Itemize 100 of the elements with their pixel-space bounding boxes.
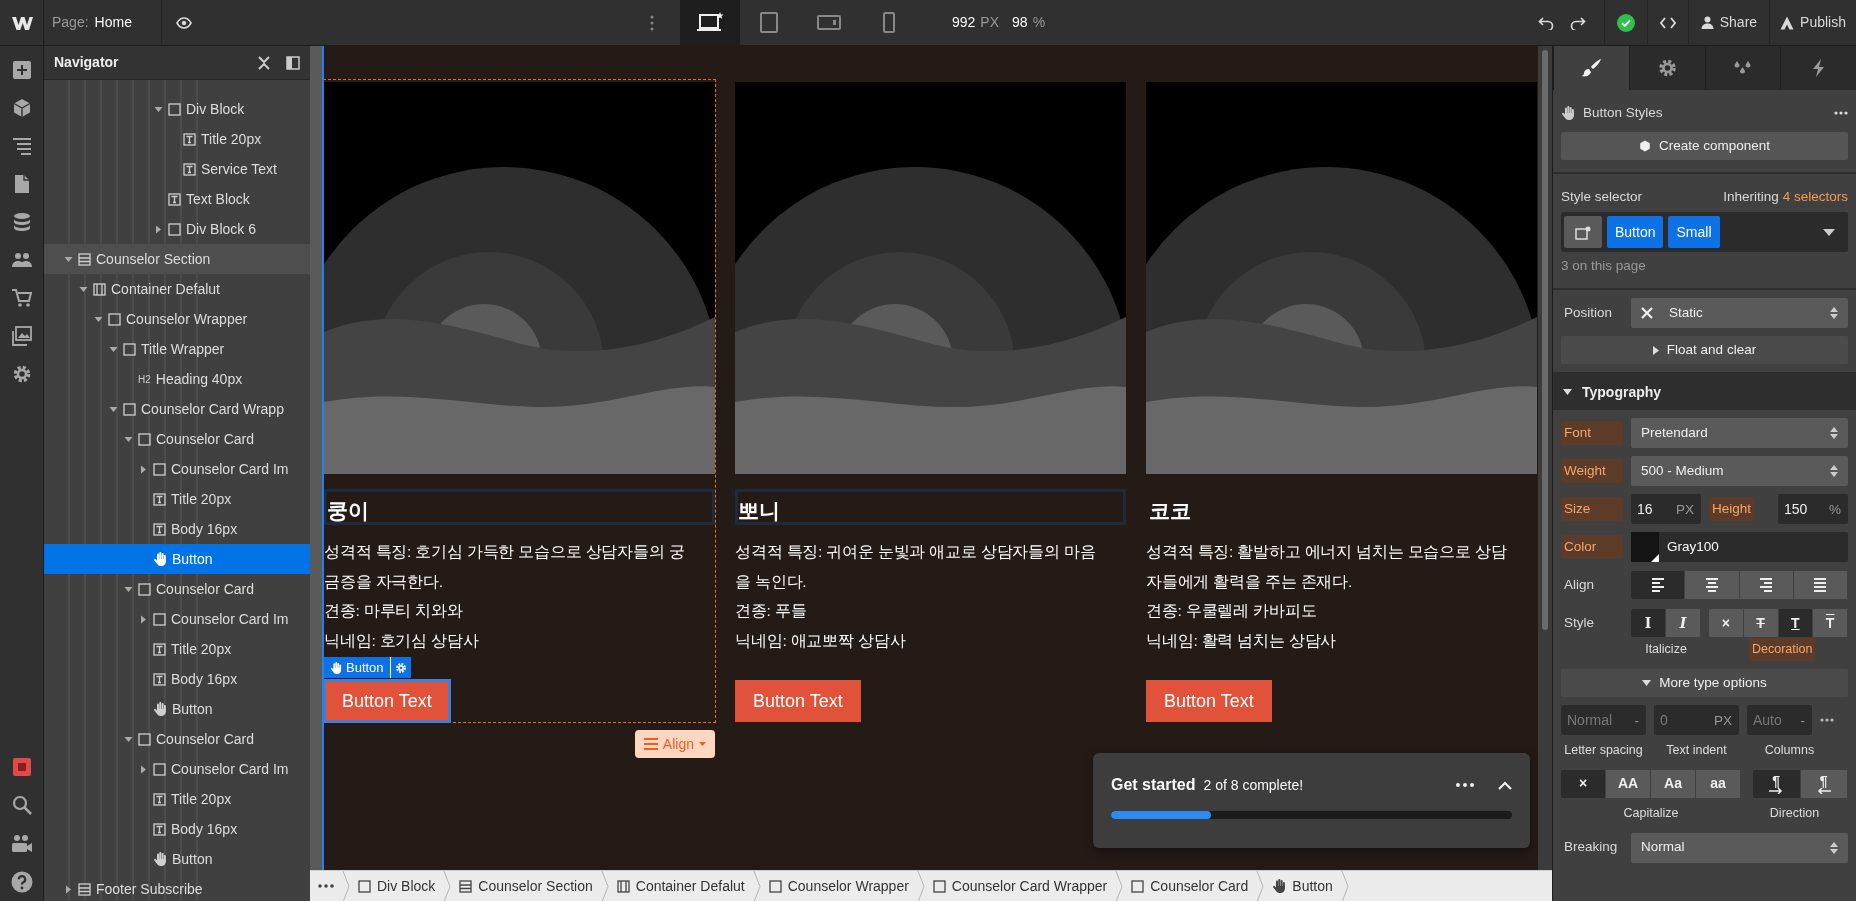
selector-menu-button[interactable] bbox=[1564, 216, 1602, 248]
align-toggle[interactable] bbox=[1793, 571, 1848, 600]
navigator-item[interactable]: Title 20px bbox=[44, 484, 310, 514]
add-icon[interactable] bbox=[11, 60, 32, 80]
page-selector[interactable]: Page: Home bbox=[44, 0, 162, 46]
navigator-item[interactable]: Body 16px bbox=[44, 814, 310, 844]
navigator-item[interactable]: Counselor Card bbox=[44, 724, 310, 754]
collapse-icon[interactable] bbox=[258, 55, 270, 70]
search-icon[interactable] bbox=[11, 795, 32, 815]
navigator-item[interactable]: Counselor Card bbox=[44, 424, 310, 454]
more-type-options-toggle[interactable]: More type options bbox=[1561, 669, 1848, 697]
direction-toggle[interactable]: ¶ bbox=[1753, 769, 1801, 798]
images-icon[interactable] bbox=[11, 326, 32, 346]
publish-button[interactable]: Publish bbox=[1769, 0, 1856, 46]
italic-toggle[interactable]: I bbox=[1631, 609, 1666, 638]
capitalize-toggle[interactable]: × bbox=[1561, 769, 1606, 798]
selector-chip[interactable]: Button bbox=[1607, 216, 1664, 248]
database-icon[interactable] bbox=[11, 212, 32, 232]
card-button[interactable]: Button Text bbox=[1146, 680, 1272, 722]
scrollbar-thumb[interactable] bbox=[1542, 50, 1548, 630]
navigator-item[interactable]: Counselor Card Wrapp bbox=[44, 394, 310, 424]
dropdown-caret-icon[interactable] bbox=[1823, 228, 1835, 236]
navigator-item[interactable]: Div Block bbox=[44, 94, 310, 124]
card-button[interactable]: Button Text bbox=[324, 680, 450, 722]
select-field[interactable]: Normal bbox=[1631, 832, 1848, 863]
more-icon[interactable] bbox=[1820, 718, 1834, 722]
decoration-toggle[interactable]: T bbox=[1743, 609, 1779, 638]
help-icon[interactable] bbox=[10, 871, 33, 893]
capitalize-toggle[interactable]: Aa bbox=[1651, 769, 1696, 798]
color-field[interactable]: Gray100 bbox=[1631, 532, 1848, 563]
capitalize-toggle[interactable]: aa bbox=[1696, 769, 1741, 798]
more-icon[interactable] bbox=[1456, 783, 1474, 787]
create-component-button[interactable]: Create component bbox=[1561, 132, 1848, 160]
video-icon[interactable] bbox=[10, 833, 33, 853]
breadcrumb-item[interactable]: Div Block bbox=[350, 870, 444, 901]
record-icon[interactable] bbox=[11, 757, 32, 777]
cart-icon[interactable] bbox=[11, 288, 32, 308]
navigator-item[interactable]: Button bbox=[44, 544, 310, 574]
navigator-item[interactable]: Container Defalut bbox=[44, 274, 310, 304]
card-button[interactable]: Button Text bbox=[735, 680, 861, 722]
navigator-item[interactable]: Button bbox=[44, 694, 310, 724]
dock-panel-icon[interactable] bbox=[286, 55, 300, 70]
layers-icon[interactable] bbox=[11, 136, 32, 156]
capitalize-toggle[interactable]: AA bbox=[1606, 769, 1651, 798]
share-button[interactable]: Share bbox=[1687, 0, 1770, 46]
navigator-item[interactable]: Footer Subscribe bbox=[44, 874, 310, 901]
breadcrumb-item[interactable]: Button bbox=[1264, 870, 1341, 901]
decoration-toggle[interactable]: × bbox=[1709, 609, 1744, 638]
cube-icon[interactable] bbox=[11, 98, 32, 118]
app-logo[interactable] bbox=[10, 14, 33, 31]
breadcrumb-item[interactable]: Container Defalut bbox=[608, 870, 753, 901]
caret-icon[interactable] bbox=[124, 734, 133, 744]
settings-icon[interactable] bbox=[11, 364, 32, 384]
more-icon[interactable] bbox=[650, 14, 654, 31]
selector-chip[interactable]: Small bbox=[1668, 216, 1720, 248]
users-icon[interactable] bbox=[11, 250, 32, 270]
caret-icon[interactable] bbox=[109, 344, 118, 354]
caret-icon[interactable] bbox=[109, 404, 118, 414]
navigator-item[interactable]: Counselor Card Im bbox=[44, 754, 310, 784]
float-and-clear-toggle[interactable]: Float and clear bbox=[1561, 336, 1848, 365]
navigator-item[interactable]: Text Block bbox=[44, 184, 310, 214]
breadcrumb-item[interactable]: Counselor Card Wrapper bbox=[924, 870, 1116, 901]
breadcrumb-item[interactable]: Counselor Wrapper bbox=[760, 870, 917, 901]
navigator-item[interactable]: Service Text bbox=[44, 154, 310, 184]
navigator-item[interactable]: Title Wrapper bbox=[44, 334, 310, 364]
navigator-item[interactable]: Counselor Wrapper bbox=[44, 304, 310, 334]
more-icon[interactable] bbox=[1834, 111, 1848, 115]
italic-toggle[interactable]: I bbox=[1666, 609, 1701, 638]
caret-icon[interactable] bbox=[94, 314, 103, 324]
navigator-item[interactable]: Counselor Card bbox=[44, 574, 310, 604]
caret-icon[interactable] bbox=[64, 884, 73, 894]
chevron-up-icon[interactable] bbox=[1498, 780, 1512, 790]
breadcrumb-item[interactable]: Counselor Card bbox=[1123, 870, 1257, 901]
navigator-item[interactable]: Counselor Card Im bbox=[44, 604, 310, 634]
align-toggle[interactable] bbox=[1739, 571, 1794, 600]
navigator-item[interactable]: Div Block 6 bbox=[44, 214, 310, 244]
caret-icon[interactable] bbox=[139, 614, 148, 624]
align-toggle[interactable] bbox=[1631, 571, 1686, 600]
caret-icon[interactable] bbox=[139, 764, 148, 774]
navigator-item[interactable]: Counselor Section bbox=[44, 244, 310, 274]
navigator-item[interactable]: H2 Heading 40px bbox=[44, 364, 310, 394]
decoration-toggle[interactable]: T bbox=[1813, 609, 1848, 638]
caret-icon[interactable] bbox=[79, 284, 88, 294]
caret-icon[interactable] bbox=[124, 584, 133, 594]
element-label[interactable]: Button bbox=[324, 657, 390, 678]
decoration-toggle[interactable]: T bbox=[1778, 609, 1814, 638]
caret-icon[interactable] bbox=[154, 224, 163, 234]
color-swatch[interactable] bbox=[1631, 532, 1659, 563]
caret-icon[interactable] bbox=[64, 254, 73, 264]
caret-icon[interactable] bbox=[139, 464, 148, 474]
panel-tab[interactable] bbox=[1628, 46, 1705, 90]
device-button[interactable] bbox=[680, 0, 740, 46]
select-field[interactable]: 500 - Medium bbox=[1631, 456, 1848, 487]
element-settings-button[interactable] bbox=[389, 657, 411, 678]
navigator-item[interactable]: Title 20px bbox=[44, 784, 310, 814]
inheriting-count[interactable]: 4 selectors bbox=[1782, 186, 1848, 208]
section-header[interactable]: Typography bbox=[1553, 374, 1856, 411]
select-field[interactable]: Static bbox=[1631, 298, 1848, 329]
selector-field[interactable]: Button Small bbox=[1561, 212, 1848, 252]
select-field[interactable]: Pretendard bbox=[1631, 418, 1848, 449]
